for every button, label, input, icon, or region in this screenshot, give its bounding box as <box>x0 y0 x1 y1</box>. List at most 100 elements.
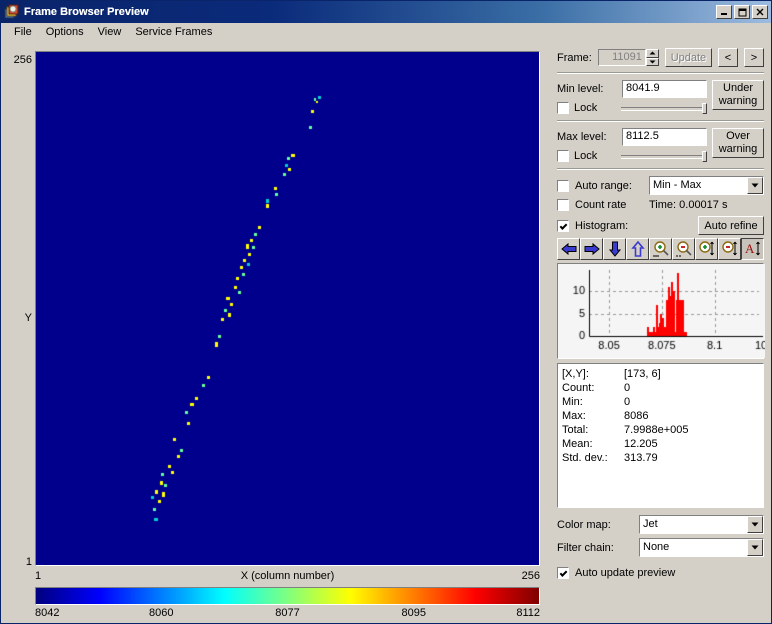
auto-update-row: Auto update preview <box>557 567 764 579</box>
auto-range-label: Auto range: <box>575 179 632 192</box>
color-map-value: Jet <box>643 518 658 530</box>
frame-spinner[interactable]: 11091 <box>597 49 659 66</box>
under-warning-line2: warning <box>718 95 758 107</box>
statistic-key: Total: <box>562 424 589 436</box>
zoom-in-icon[interactable] <box>649 238 672 260</box>
count-rate-row: Count rate Time: 0.00017 s <box>557 199 764 211</box>
zoom-out-vertical-icon[interactable] <box>718 238 741 260</box>
statistic-key: Count: <box>562 382 595 394</box>
histogram-plot[interactable] <box>557 263 765 359</box>
frame-spinner-buttons[interactable] <box>645 49 659 66</box>
x-axis: 1 X (column number) 256 <box>35 569 540 583</box>
min-slider-thumb[interactable] <box>702 103 707 114</box>
app-frames-icon <box>4 4 20 20</box>
over-warning-line2: warning <box>718 143 758 155</box>
frame-image-pixels <box>36 52 539 565</box>
histogram-toolbar: A <box>557 238 764 260</box>
auto-range-row: Auto range: Min - Max <box>557 176 764 195</box>
color-map-row: Color map: Jet <box>557 515 764 534</box>
auto-refine-button[interactable]: Auto refine <box>698 216 764 235</box>
next-frame-button[interactable]: > <box>744 48 764 67</box>
pan-right-icon[interactable] <box>580 238 603 260</box>
statistic-key: Max: <box>562 410 586 422</box>
zoom-in-vertical-icon[interactable] <box>695 238 718 260</box>
histogram-canvas <box>558 264 765 358</box>
histogram-checkbox[interactable] <box>557 219 569 232</box>
min-level-slider[interactable] <box>621 101 707 115</box>
statistic-row: Count: 0 <box>562 381 763 395</box>
count-rate-checkbox[interactable] <box>557 199 569 211</box>
statistic-value: 313.79 <box>624 452 658 464</box>
prev-frame-button[interactable]: < <box>718 48 738 67</box>
colorbar <box>35 587 540 605</box>
zoom-out-icon[interactable] <box>672 238 695 260</box>
chevron-down-icon[interactable] <box>747 516 763 533</box>
close-icon[interactable] <box>752 5 768 19</box>
update-button[interactable]: Update <box>664 48 712 67</box>
pan-left-icon[interactable] <box>557 238 580 260</box>
statistic-value: 8086 <box>624 410 649 422</box>
colorbar-gradient <box>36 588 539 604</box>
color-map-label: Color map: <box>557 518 611 531</box>
max-slider-thumb[interactable] <box>702 151 707 162</box>
filter-chain-value: None <box>643 541 670 553</box>
title-bar: Frame Browser Preview <box>1 1 771 23</box>
min-level-lock-checkbox[interactable] <box>557 102 569 114</box>
auto-range-checkbox[interactable] <box>557 179 569 192</box>
min-level-lock-label: Lock <box>574 102 598 114</box>
max-level-lock-checkbox[interactable] <box>557 150 569 162</box>
y-axis-max-label: 256 <box>13 54 32 66</box>
pan-down-icon[interactable] <box>603 238 626 260</box>
min-level-input[interactable]: 8041.9 <box>622 80 707 98</box>
auto-range-combo[interactable]: Min - Max <box>649 176 764 195</box>
spinner-up-icon[interactable] <box>645 49 659 58</box>
separator-1 <box>557 72 764 74</box>
window-title: Frame Browser Preview <box>24 6 149 18</box>
separator-3 <box>557 168 764 170</box>
statistic-key: Min: <box>562 396 583 408</box>
colorbar-tick: 8060 <box>149 607 174 619</box>
statistic-key: [X,Y]: <box>562 368 589 380</box>
spinner-down-icon[interactable] <box>645 57 659 66</box>
statistic-row: Max: 8086 <box>562 409 763 423</box>
frame-label: Frame: <box>557 51 592 64</box>
max-level-group: Max level: 8112.5 Lock Over warning <box>557 128 764 163</box>
x-axis-title: X (column number) <box>240 570 335 582</box>
filter-chain-label: Filter chain: <box>557 541 614 554</box>
menu-file[interactable]: File <box>7 25 39 39</box>
frame-image-canvas[interactable] <box>35 51 540 566</box>
auto-scale-icon[interactable]: A <box>741 238 764 260</box>
color-map-combo[interactable]: Jet <box>639 515 764 534</box>
statistic-value: 0 <box>624 396 631 408</box>
frame-value[interactable]: 11091 <box>597 49 646 66</box>
auto-update-checkbox[interactable] <box>557 567 569 579</box>
menu-service-frames[interactable]: Service Frames <box>128 25 219 39</box>
colorbar-tick: 8112 <box>516 607 540 619</box>
colorbar-tick: 8095 <box>401 607 426 619</box>
minimize-icon[interactable] <box>716 5 732 19</box>
colorbar-tick: 8042 <box>35 607 60 619</box>
filter-chain-combo[interactable]: None <box>639 538 764 557</box>
over-warning-button[interactable]: Over warning <box>712 128 764 158</box>
max-level-input[interactable]: 8112.5 <box>622 128 707 146</box>
under-warning-line1: Under <box>723 82 753 95</box>
y-axis-min-label: 1 <box>25 556 32 568</box>
frame-browser-window: Frame Browser Preview File Options View … <box>0 0 772 624</box>
min-level-label: Min level: <box>557 83 604 95</box>
colorbar-tick-labels: 8042 8060 8077 8095 8112 <box>35 607 540 621</box>
chevron-down-icon[interactable] <box>747 539 763 556</box>
maximize-icon[interactable] <box>734 5 750 19</box>
min-level-group: Min level: 8041.9 Lock Under warning <box>557 80 764 115</box>
statistic-value: 7.9988e+005 <box>624 424 689 436</box>
svg-text:A: A <box>745 241 755 256</box>
chevron-down-icon[interactable] <box>747 177 763 194</box>
max-level-slider[interactable] <box>621 149 707 163</box>
filter-chain-row: Filter chain: None <box>557 538 764 557</box>
pan-up-icon[interactable] <box>626 238 649 260</box>
image-view-pane: 256 Y 1 1 X (column number) 256 8042 8060… <box>2 42 550 622</box>
over-warning-line1: Over <box>726 130 750 143</box>
menu-options[interactable]: Options <box>39 25 91 39</box>
menu-view[interactable]: View <box>91 25 129 39</box>
under-warning-button[interactable]: Under warning <box>712 80 764 110</box>
count-rate-label: Count rate <box>575 199 627 211</box>
